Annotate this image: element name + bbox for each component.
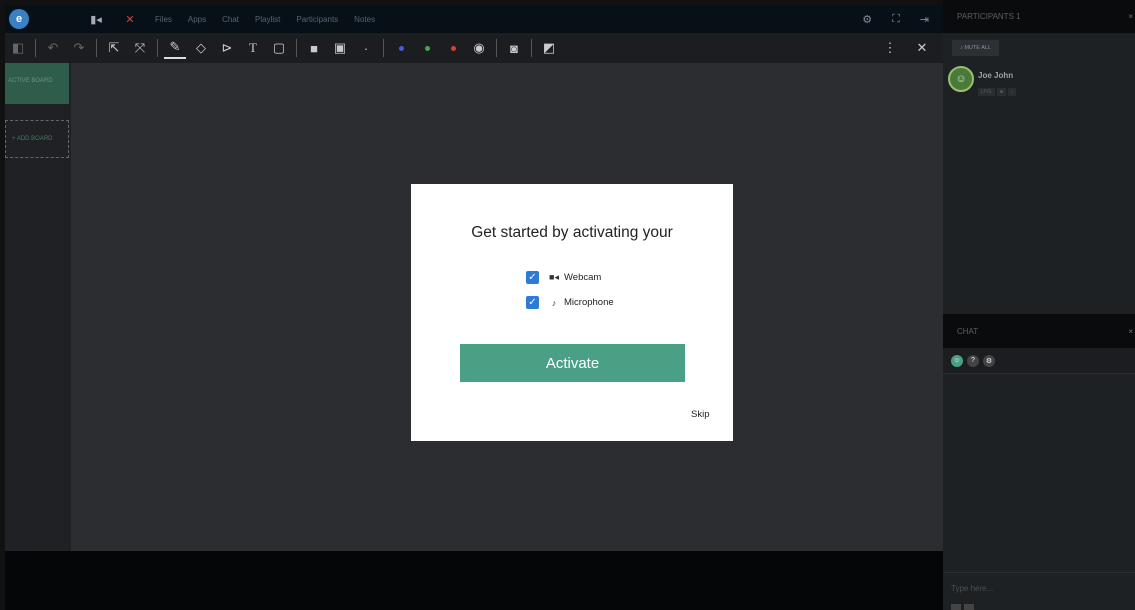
participants-header: PARTICIPANTS 1 × bbox=[943, 0, 1135, 33]
camera-badge-icon[interactable]: ■ bbox=[996, 88, 1006, 96]
video-off-icon[interactable]: ▮◂ bbox=[89, 12, 103, 26]
activation-modal: Get started by activating your ✓ ■◂ Webc… bbox=[411, 184, 733, 441]
small-dot-icon[interactable]: · bbox=[355, 37, 377, 59]
nav-link-playlist[interactable]: Playlist bbox=[255, 15, 280, 24]
participant-badges: LIVE ■ ♪ bbox=[978, 88, 1017, 96]
video-camera-icon: ■◂ bbox=[549, 272, 559, 282]
add-board-button[interactable]: + ADD BOARD bbox=[5, 120, 69, 158]
microphone-option[interactable]: ✓ ♪ Microphone bbox=[526, 296, 614, 309]
camera-snapshot-icon[interactable]: ◙ bbox=[503, 37, 525, 59]
nav-link-chat[interactable]: Chat bbox=[222, 15, 239, 24]
chat-help-icon[interactable]: ? bbox=[967, 354, 979, 367]
activate-button[interactable]: Activate bbox=[460, 344, 685, 382]
toolbar-divider bbox=[531, 39, 532, 57]
nav-link-apps[interactable]: Apps bbox=[188, 15, 206, 24]
chat-settings-icon[interactable]: ⚙ bbox=[983, 354, 995, 367]
toolbar-divider bbox=[496, 39, 497, 57]
chat-format-button[interactable] bbox=[964, 604, 974, 610]
app-logo[interactable]: e bbox=[9, 9, 29, 29]
select-pointer-icon[interactable]: ⇱ bbox=[103, 37, 125, 59]
chat-toolbar: ☺ ? ⚙ bbox=[943, 348, 1135, 374]
color-blue-swatch[interactable] bbox=[390, 37, 412, 59]
mic-off-icon[interactable]: ✕ bbox=[123, 12, 137, 26]
participants-title: PARTICIPANTS 1 bbox=[957, 12, 1021, 21]
webcam-checkbox[interactable]: ✓ bbox=[526, 271, 539, 284]
nav-link-participants[interactable]: Participants bbox=[296, 15, 338, 24]
chat-close-icon[interactable]: × bbox=[1128, 327, 1133, 336]
microphone-checkbox[interactable]: ✓ bbox=[526, 296, 539, 309]
color-picker-icon[interactable]: ◉ bbox=[468, 37, 490, 59]
microphone-label: Microphone bbox=[564, 297, 614, 308]
toolbar-divider bbox=[157, 39, 158, 57]
chat-input-buttons bbox=[951, 604, 974, 610]
fullscreen-icon[interactable]: ⛶ bbox=[892, 13, 900, 26]
toolbar-divider bbox=[296, 39, 297, 57]
eraser-icon[interactable]: ◇ bbox=[190, 37, 212, 59]
right-panel: PARTICIPANTS 1 × ♪ MUTE ALL ☺ Joe John L… bbox=[943, 0, 1135, 610]
toolbar-divider bbox=[383, 39, 384, 57]
pencil-icon[interactable]: ✎ bbox=[164, 37, 186, 59]
webcam-option[interactable]: ✓ ■◂ Webcam bbox=[526, 271, 601, 284]
live-badge: LIVE bbox=[978, 88, 995, 96]
participant-item[interactable]: ☺ Joe John LIVE ■ ♪ bbox=[948, 66, 1017, 96]
nav-link-notes[interactable]: Notes bbox=[354, 15, 375, 24]
close-toolbar-icon[interactable]: ✕ bbox=[911, 37, 933, 59]
toolbar-divider bbox=[96, 39, 97, 57]
participants-close-icon[interactable]: × bbox=[1128, 12, 1133, 21]
chat-title: CHAT bbox=[957, 326, 979, 336]
text-tool-icon[interactable]: T bbox=[242, 37, 264, 59]
active-board-tile[interactable]: ACTIVE BOARD bbox=[5, 63, 69, 104]
fill-square-icon[interactable]: ■ bbox=[303, 37, 325, 59]
undo-icon[interactable]: ↶ bbox=[42, 37, 64, 59]
mic-badge-icon[interactable]: ♪ bbox=[1007, 88, 1017, 96]
boards-sidebar: ACTIVE BOARD + ADD BOARD bbox=[5, 63, 71, 551]
mute-all-label: MUTE ALL bbox=[964, 45, 991, 51]
rounded-square-icon[interactable]: ▣ bbox=[329, 37, 351, 59]
settings-gear-icon[interactable]: ⚙ bbox=[862, 13, 872, 26]
color-green-swatch[interactable] bbox=[416, 37, 438, 59]
microphone-icon: ♪ bbox=[551, 297, 557, 308]
more-options-icon[interactable]: ⋮ bbox=[879, 37, 901, 59]
whiteboard-toolbar: ◧ ↶ ↷ ⇱ ⤧ ✎ ◇ ⊳ T ▢ ■ ▣ · ◉ ◙ ◩ ⋮ ✕ bbox=[5, 33, 943, 63]
nav-link-files[interactable]: Files bbox=[155, 15, 172, 24]
redo-icon[interactable]: ↷ bbox=[68, 37, 90, 59]
skip-link[interactable]: Skip bbox=[691, 409, 709, 420]
clear-board-icon[interactable]: ◩ bbox=[538, 37, 560, 59]
multi-select-icon[interactable]: ⤧ bbox=[129, 37, 151, 59]
color-red-swatch[interactable] bbox=[442, 37, 464, 59]
bottom-video-strip bbox=[5, 551, 943, 610]
shape-tool-icon[interactable]: ▢ bbox=[268, 37, 290, 59]
modal-title: Get started by activating your bbox=[471, 224, 673, 241]
collapse-icon[interactable]: ◧ bbox=[7, 37, 29, 59]
chat-attach-button[interactable] bbox=[951, 604, 961, 610]
webcam-label: Webcam bbox=[564, 272, 602, 283]
top-navigation-bar: e ▮◂ ✕ Files Apps Chat Playlist Particip… bbox=[5, 5, 943, 33]
highlighter-icon[interactable]: ⊳ bbox=[216, 37, 238, 59]
toolbar-divider bbox=[35, 39, 36, 57]
exit-icon[interactable]: ⇥ bbox=[920, 13, 929, 26]
chat-header: CHAT × bbox=[943, 314, 1135, 348]
avatar: ☺ bbox=[948, 66, 974, 92]
chat-emoji-icon[interactable]: ☺ bbox=[951, 354, 963, 367]
mute-all-button[interactable]: ♪ MUTE ALL bbox=[952, 40, 999, 56]
